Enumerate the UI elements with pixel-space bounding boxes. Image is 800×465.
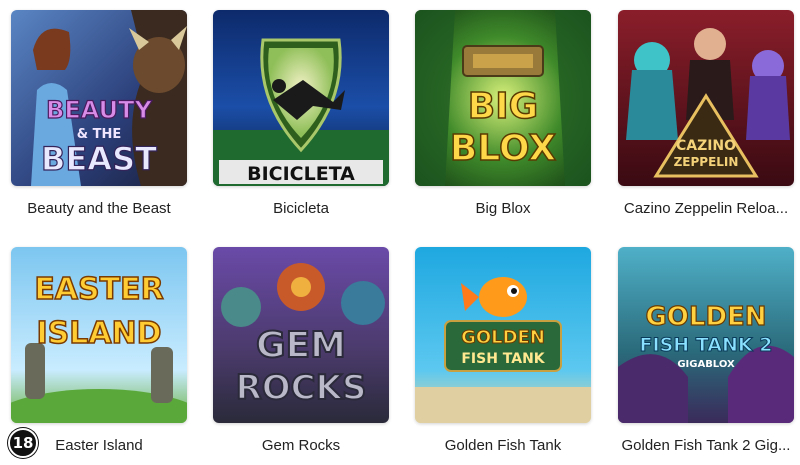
golden-fish-tank-artwork: GOLDEN FISH TANK bbox=[415, 247, 591, 423]
game-tile-beauty-and-the-beast[interactable]: BEAUTY & THE BEAST Beauty and the Beast bbox=[11, 10, 187, 217]
logo-line-3: GIGABLOX bbox=[677, 359, 735, 370]
logo-line-2: ZEPPELIN bbox=[674, 155, 739, 169]
logo-line-1: BICICLETA bbox=[247, 163, 355, 185]
logo-line-1: GOLDEN bbox=[461, 327, 545, 348]
game-thumbnail[interactable]: GOLDEN FISH TANK 2 GIGABLOX bbox=[618, 247, 794, 423]
game-tile-golden-fish-tank[interactable]: GOLDEN FISH TANK Golden Fish Tank bbox=[415, 247, 591, 454]
easter-island-artwork: EASTER ISLAND bbox=[11, 247, 187, 423]
logo-line-2: FISH TANK 2 bbox=[640, 334, 773, 356]
game-title[interactable]: Beauty and the Beast bbox=[7, 200, 191, 217]
logo-line-2: ISLAND bbox=[36, 316, 161, 351]
beauty-beast-artwork: BEAUTY & THE BEAST bbox=[11, 10, 187, 186]
golden-fish-tank-2-artwork: GOLDEN FISH TANK 2 GIGABLOX bbox=[618, 247, 794, 423]
game-tile-bicicleta[interactable]: BICICLETA Bicicleta bbox=[213, 10, 389, 217]
game-title[interactable]: Cazino Zeppelin Reloa... bbox=[614, 200, 798, 217]
logo-line-1: CAZINO bbox=[676, 138, 736, 154]
cazino-zeppelin-artwork: CAZINO ZEPPELIN bbox=[618, 10, 794, 186]
logo-line-1: BEAUTY bbox=[46, 96, 152, 124]
game-tile-gem-rocks[interactable]: GEM ROCKS Gem Rocks bbox=[213, 247, 389, 454]
gem-rocks-artwork: GEM ROCKS bbox=[213, 247, 389, 423]
game-thumbnail[interactable]: BICICLETA bbox=[213, 10, 389, 186]
logo-line-2: ROCKS bbox=[236, 368, 367, 408]
game-tile-cazino-zeppelin-reloaded[interactable]: CAZINO ZEPPELIN Cazino Zeppelin Reloa... bbox=[618, 10, 794, 217]
game-title[interactable]: Gem Rocks bbox=[209, 437, 393, 454]
logo-line-2: FISH TANK bbox=[461, 351, 545, 367]
game-title[interactable]: Bicicleta bbox=[209, 200, 393, 217]
logo-line-3: BEAST bbox=[41, 140, 157, 178]
bicicleta-artwork: BICICLETA bbox=[213, 10, 389, 186]
logo-line-1: BIG bbox=[468, 86, 538, 127]
game-title[interactable]: Golden Fish Tank bbox=[411, 437, 595, 454]
game-tile-easter-island[interactable]: EASTER ISLAND Easter Island bbox=[11, 247, 187, 454]
age-restriction-badge: 18 bbox=[8, 428, 38, 458]
game-thumbnail[interactable]: BEAUTY & THE BEAST bbox=[11, 10, 187, 186]
game-thumbnail[interactable]: EASTER ISLAND bbox=[11, 247, 187, 423]
game-thumbnail[interactable]: GOLDEN FISH TANK bbox=[415, 247, 591, 423]
game-thumbnail[interactable]: CAZINO ZEPPELIN bbox=[618, 10, 794, 186]
game-tile-golden-fish-tank-2-gigablox[interactable]: GOLDEN FISH TANK 2 GIGABLOX Golden Fish … bbox=[618, 247, 794, 454]
logo-line-1: GEM bbox=[256, 325, 346, 366]
game-title[interactable]: Big Blox bbox=[411, 200, 595, 217]
game-tile-big-blox[interactable]: BIG BLOX Big Blox bbox=[415, 10, 591, 217]
big-blox-artwork: BIG BLOX bbox=[415, 10, 591, 186]
game-thumbnail[interactable]: GEM ROCKS bbox=[213, 247, 389, 423]
game-thumbnail[interactable]: BIG BLOX bbox=[415, 10, 591, 186]
game-grid: BEAUTY & THE BEAST Beauty and the Beast bbox=[0, 0, 800, 465]
logo-line-1: EASTER bbox=[34, 272, 163, 307]
game-title[interactable]: Golden Fish Tank 2 Gig... bbox=[614, 437, 798, 454]
logo-line-1: GOLDEN bbox=[645, 302, 766, 332]
logo-line-2: BLOX bbox=[450, 128, 556, 169]
